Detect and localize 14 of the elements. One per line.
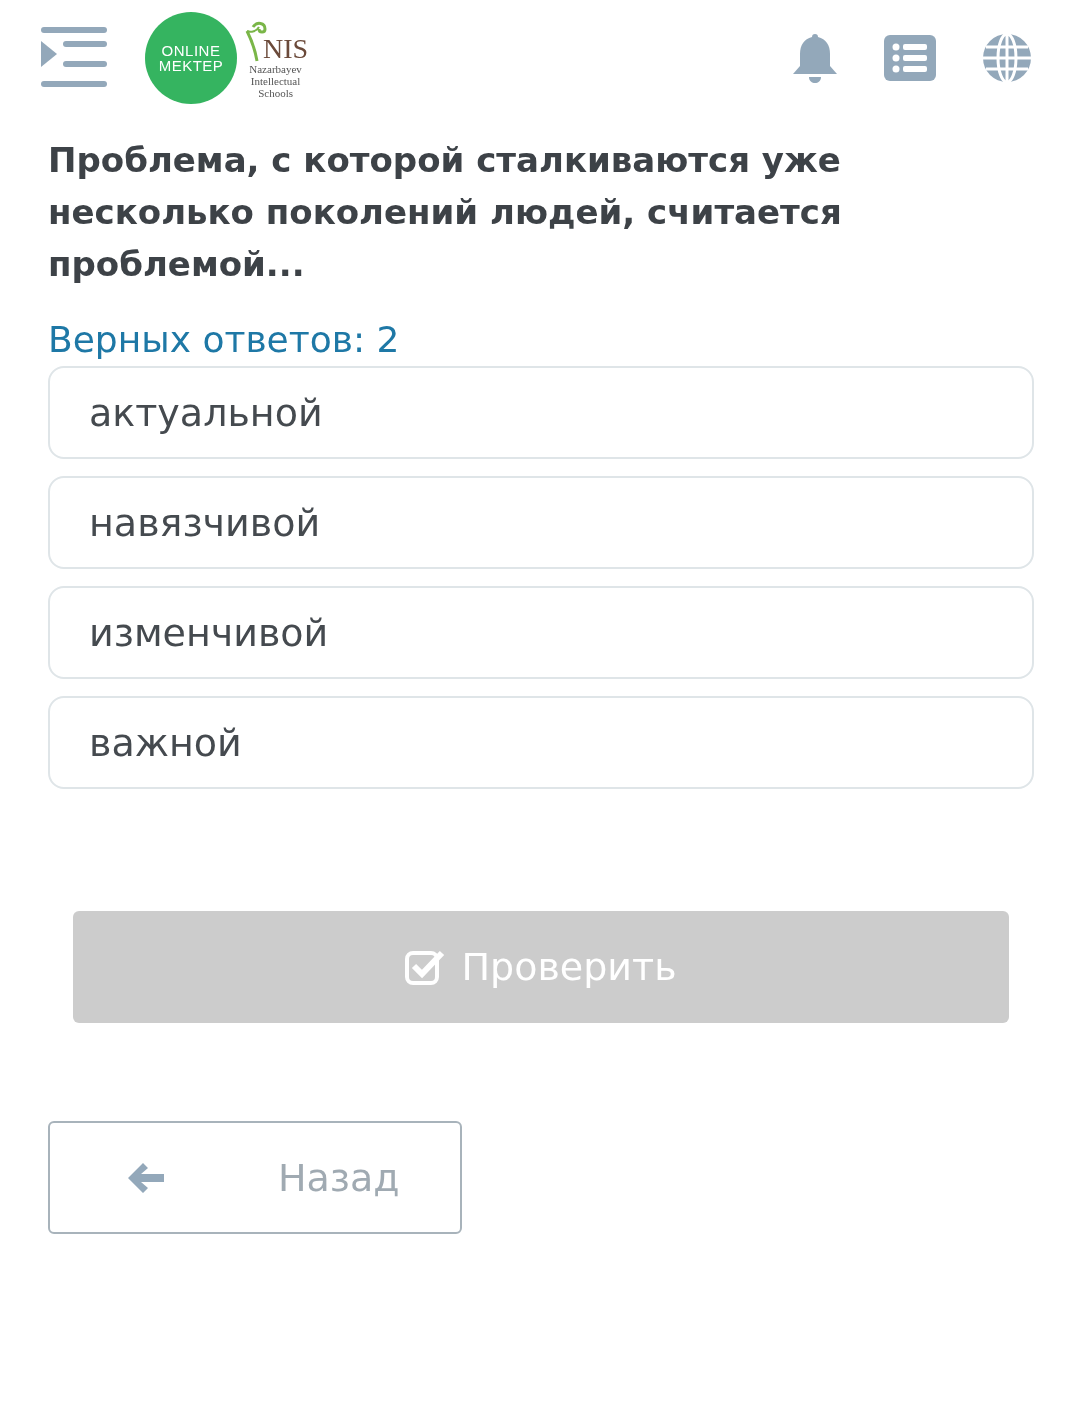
menu-icon[interactable] — [41, 27, 107, 89]
partner-logo-name: NIS — [263, 35, 309, 63]
answer-option[interactable]: актуальной — [48, 366, 1034, 459]
arrow-left-icon — [126, 1160, 166, 1195]
list-icon[interactable] — [884, 35, 936, 81]
answer-option[interactable]: изменчивой — [48, 586, 1034, 679]
partner-logo-text: Nazarbayev Intellectual Schools — [249, 63, 302, 99]
answer-count: Верных ответов: 2 — [48, 318, 401, 362]
bell-icon[interactable] — [792, 32, 838, 84]
answer-option[interactable]: навязчивой — [48, 476, 1034, 569]
globe-icon[interactable] — [982, 33, 1032, 83]
checkbox-icon — [405, 949, 446, 985]
question-text: Проблема, с которой сталкиваются уже несколько поколений людей, считается проблемой... — [48, 139, 843, 286]
answer-option[interactable]: важной — [48, 696, 1034, 789]
